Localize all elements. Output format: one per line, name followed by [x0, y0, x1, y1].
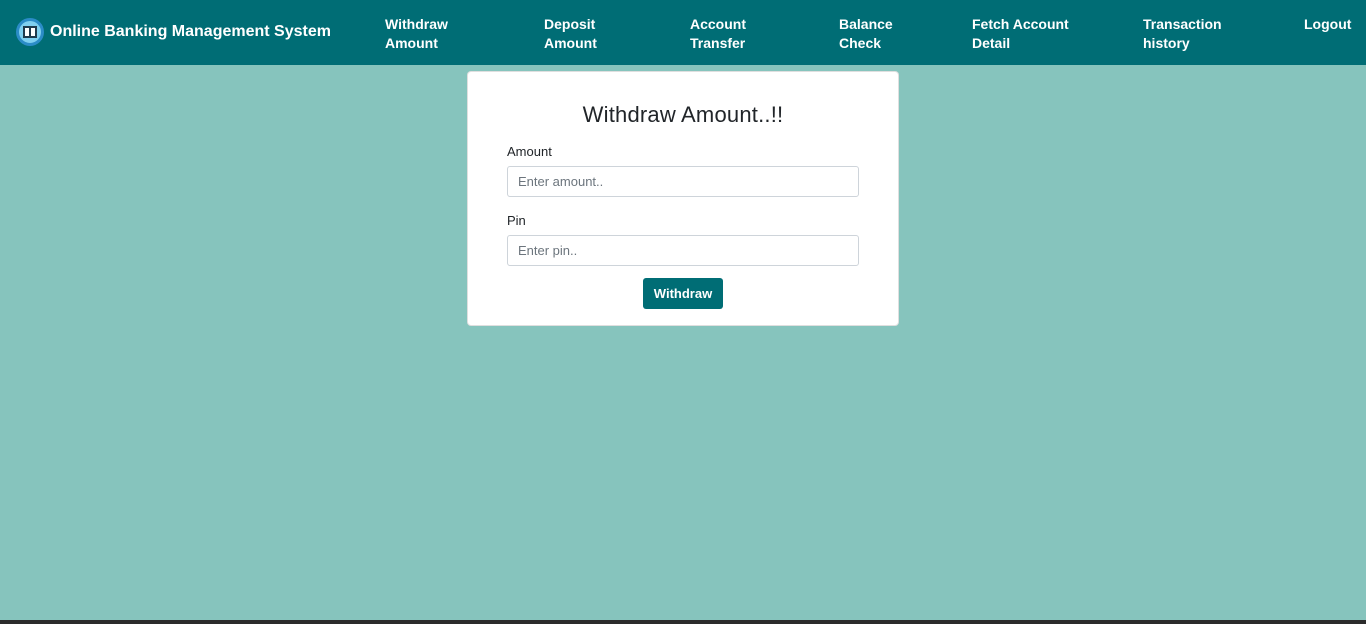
nav-withdraw-amount-label-line1: Withdraw	[385, 16, 448, 32]
nav-logout[interactable]: Logout	[1304, 15, 1351, 34]
nav-balance-check-label-line1: Balance	[839, 16, 893, 32]
bank-icon	[16, 18, 44, 46]
nav-account-transfer-label-line2: Transfer	[690, 35, 746, 51]
nav-transaction-history-label-line2: history	[1143, 35, 1190, 51]
nav-transaction-history[interactable]: Transaction history	[1143, 15, 1222, 53]
amount-input[interactable]	[507, 166, 859, 197]
withdraw-button[interactable]: Withdraw	[643, 278, 723, 309]
brand-title: Online Banking Management System	[50, 23, 331, 40]
taskbar-strip	[0, 620, 1366, 624]
nav-fetch-account-detail[interactable]: Fetch Account Detail	[972, 15, 1069, 53]
nav-balance-check-label-line2: Check	[839, 35, 882, 51]
nav-account-transfer[interactable]: Account Transfer	[690, 15, 746, 53]
nav-transaction-history-label-line1: Transaction	[1143, 16, 1222, 32]
nav-account-transfer-label-line1: Account	[690, 16, 746, 32]
nav-withdraw-amount-label-line2: Amount	[385, 35, 438, 51]
nav-fetch-account-detail-label-line2: Detail	[972, 35, 1011, 51]
nav-deposit-amount-label-line1: Deposit	[544, 16, 596, 32]
pin-label: Pin	[507, 213, 526, 228]
pin-input[interactable]	[507, 235, 859, 266]
nav-fetch-account-detail-label-line1: Fetch Account	[972, 16, 1069, 32]
amount-label: Amount	[507, 144, 552, 159]
nav-deposit-amount-label-line2: Amount	[544, 35, 597, 51]
nav-deposit-amount[interactable]: Deposit Amount	[544, 15, 597, 53]
withdraw-form-card: Withdraw Amount..!! Amount Pin Withdraw	[467, 71, 899, 326]
brand[interactable]: Online Banking Management System	[16, 18, 331, 46]
nav-balance-check[interactable]: Balance Check	[839, 15, 893, 53]
navbar: Online Banking Management System Withdra…	[0, 0, 1366, 65]
form-title: Withdraw Amount..!!	[582, 102, 784, 127]
nav-withdraw-amount[interactable]: Withdraw Amount	[385, 15, 448, 53]
nav-logout-label: Logout	[1304, 16, 1352, 32]
